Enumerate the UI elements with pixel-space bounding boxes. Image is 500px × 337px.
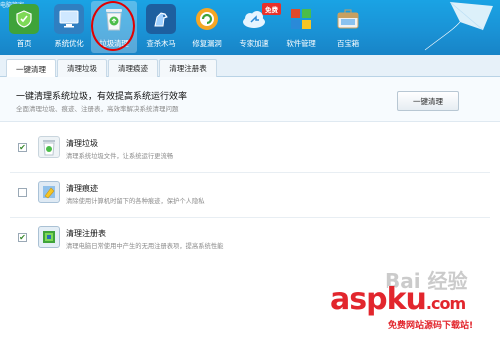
option-description: 清除使用计算机时留下的各种痕迹，保护个人隐私 — [66, 198, 205, 205]
toolbar-item-label: 系统优化 — [54, 39, 84, 48]
option-description: 清理系统垃圾文件，让系统运行更流畅 — [66, 153, 174, 160]
hero-subtitle: 全面清理垃圾、痕迹、注册表，高效率解决系统清理问题 — [16, 105, 179, 113]
option-title: 清理垃圾 — [66, 139, 98, 148]
annotation-red-circle — [91, 1, 135, 51]
toolbar-item-trojan-scan[interactable]: 查杀木马 — [141, 4, 181, 52]
tab-one-click-clean[interactable]: 一键清理 — [6, 59, 56, 78]
option-clean-junk: ✔ 清理垃圾 清理系统垃圾文件，让系统运行更流畅 — [0, 130, 500, 170]
watermark-tagline: 免费网站源码下载站! — [388, 321, 474, 331]
main-toolbar: 电脑管家 首页 系统优化 垃圾清理 查杀木马 修复漏洞 专家 — [0, 0, 500, 55]
toolbar-item-label: 专家加速 — [239, 39, 269, 48]
toolbar-item-label: 百宝箱 — [337, 39, 359, 48]
tab-clean-registry[interactable]: 清理注册表 — [159, 59, 217, 77]
windows-grid-icon — [286, 4, 316, 34]
home-shield-icon — [9, 4, 39, 34]
hero-title: 一键清理系统垃圾，有效提高系统运行效率 — [16, 92, 188, 102]
watermark-brand-suffix: .com — [425, 294, 466, 313]
clean-registry-checkbox[interactable]: ✔ — [18, 233, 27, 242]
aspku-watermark: aspku.com — [330, 282, 466, 317]
option-clean-registry: ✔ 清理注册表 清理电脑日常使用中产生的无用注册表项，提高系统性能 — [0, 220, 500, 260]
toolbar-item-label: 修复漏洞 — [192, 39, 222, 48]
registry-icon — [38, 226, 60, 248]
eraser-icon — [38, 181, 60, 203]
monitor-icon — [54, 4, 84, 34]
free-badge: 免费 — [262, 3, 281, 15]
toolbar-item-software[interactable]: 软件管理 — [281, 4, 321, 52]
toolbar-item-toolbox[interactable]: 百宝箱 — [328, 4, 368, 52]
toolbar-item-optimize[interactable]: 系统优化 — [49, 4, 89, 52]
toolbar-item-label: 软件管理 — [286, 39, 316, 48]
toolbar-item-home[interactable]: 首页 — [4, 4, 44, 52]
tab-clean-traces[interactable]: 清理痕迹 — [108, 59, 158, 77]
kite-decoration-icon — [424, 1, 493, 51]
option-title: 清理痕迹 — [66, 184, 98, 193]
option-description: 清理电脑日常使用中产生的无用注册表项，提高系统性能 — [66, 243, 224, 250]
clean-junk-checkbox[interactable]: ✔ — [18, 143, 27, 152]
divider — [10, 217, 490, 218]
hero-section: 一键清理系统垃圾，有效提高系统运行效率 全面清理垃圾、痕迹、注册表，高效率解决系… — [0, 77, 500, 122]
tab-clean-junk[interactable]: 清理垃圾 — [57, 59, 107, 77]
divider — [10, 172, 490, 173]
toolbox-icon — [333, 4, 363, 34]
repair-disc-icon — [192, 4, 222, 34]
option-clean-traces: 清理痕迹 清除使用计算机时留下的各种痕迹，保护个人隐私 — [0, 175, 500, 215]
option-title: 清理注册表 — [66, 229, 106, 238]
trash-can-icon — [38, 136, 60, 158]
tab-bar: 一键清理 清理垃圾 清理痕迹 清理注册表 — [0, 55, 500, 78]
toolbar-item-label: 首页 — [16, 39, 32, 48]
toolbar-item-label: 查杀木马 — [146, 39, 176, 48]
toolbar-item-repair[interactable]: 修复漏洞 — [187, 4, 227, 52]
horse-icon — [146, 4, 176, 34]
one-click-clean-button[interactable]: 一键清理 — [397, 91, 459, 111]
clean-traces-checkbox[interactable] — [18, 188, 27, 197]
watermark-brand: aspku — [330, 282, 427, 317]
